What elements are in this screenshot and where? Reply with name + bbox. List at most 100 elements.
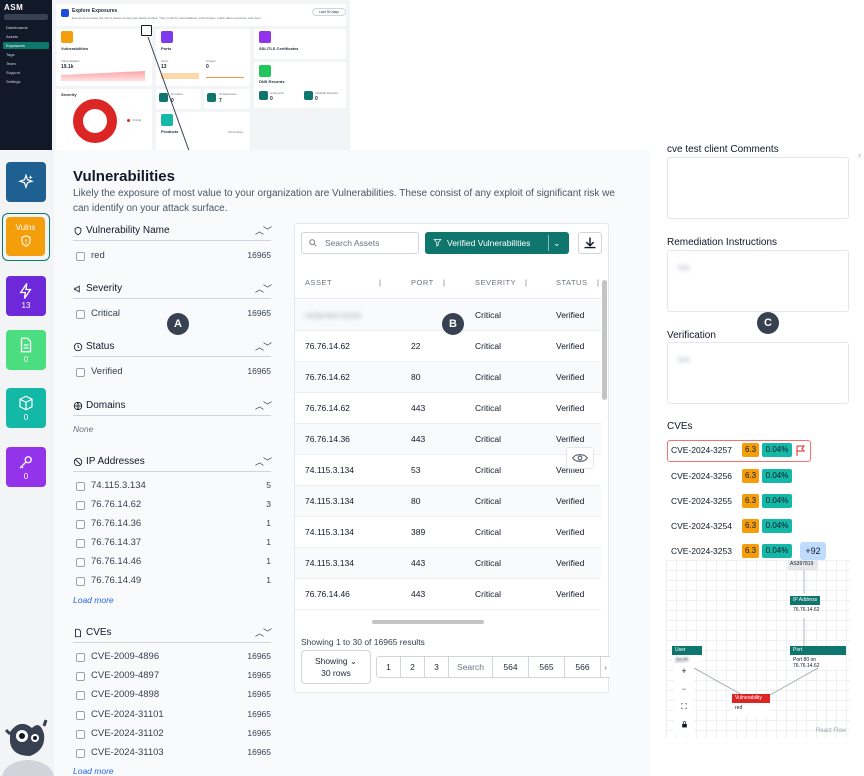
filter-ip-header[interactable]: IP Addresses ︿﹀ [73, 456, 272, 472]
checkbox[interactable] [76, 310, 85, 319]
comments-box[interactable] [667, 157, 849, 219]
table-row[interactable]: 76.76.14.46 443 Critical Verified [295, 579, 601, 610]
chevron-up-down-icon[interactable]: ︿﹀ [255, 399, 272, 412]
mini-nav-tags[interactable]: Tags [3, 51, 49, 58]
rail-ports-button[interactable]: 13 [6, 276, 46, 316]
filter-option[interactable]: 76.76.14.62 3 [76, 499, 271, 513]
mini-nav-assets[interactable]: Assets [3, 33, 49, 40]
page-2-button[interactable]: 2 [400, 656, 425, 678]
table-row[interactable]: 76.76.14.62 80 Critical Verified [295, 362, 601, 393]
rows-per-page-select[interactable]: Showing ⌄ 30 rows [301, 650, 371, 684]
filter-severity-header[interactable]: Severity ︿﹀ [73, 282, 272, 299]
checkbox[interactable] [76, 539, 85, 548]
filter-option[interactable]: 76.76.14.36 1 [76, 518, 271, 532]
graph-node-port[interactable]: Port Port 80 on 76.76.14.62 [790, 646, 846, 669]
flag-icon[interactable] [795, 445, 807, 456]
filter-option[interactable]: CVE-2009-4896 16965 [76, 651, 271, 665]
mini-card-domains[interactable]: Domains 0 [156, 89, 201, 109]
filter-option[interactable]: 76.76.14.46 1 [76, 556, 271, 570]
mini-search-input[interactable] [4, 14, 48, 20]
chevron-up-down-icon[interactable]: ︿﹀ [255, 340, 272, 353]
chevron-right-icon[interactable]: › [858, 150, 861, 160]
filter-option[interactable]: 74.115.3.134 5 [76, 480, 271, 494]
filter-option[interactable]: red 16965 [76, 250, 271, 264]
rail-products-button[interactable]: 0 [6, 388, 46, 428]
filter-option[interactable]: CVE-2009-4898 16965 [76, 689, 271, 703]
checkbox[interactable] [76, 368, 85, 377]
checkbox[interactable] [76, 558, 85, 567]
filter-option[interactable]: CVE-2024-31102 16965 [76, 728, 271, 742]
verified-vulnerabilities-dropdown[interactable]: Verified Vulnerabilities ⌄ [425, 232, 569, 254]
filter-option[interactable]: 76.76.14.49 1 [76, 575, 271, 589]
mini-products-more[interactable]: Show More [228, 130, 243, 134]
checkbox[interactable] [76, 691, 85, 700]
filter-domains-header[interactable]: Domains ︿﹀ [73, 399, 272, 416]
fit-view-button[interactable]: ⛶ [674, 699, 694, 715]
mini-card-vulnerabilities[interactable]: Vulnerabilities Vulnerabilities 19.1k [56, 29, 152, 86]
rail-docs-button[interactable]: 0 [6, 330, 46, 370]
page-565-button[interactable]: 565 [528, 656, 565, 678]
col-severity[interactable]: SEVERITY [475, 278, 516, 287]
next-page-button[interactable]: › [600, 656, 610, 678]
table-row[interactable]: 74.115.3.134 80 Critical Verified [295, 486, 601, 517]
chevron-up-down-icon[interactable]: ︿﹀ [255, 224, 272, 237]
graph-node-asn[interactable]: AS397819 [788, 560, 818, 570]
table-row[interactable]: 74.115.3.134 53 Critical Verified [295, 455, 601, 486]
page-566-button[interactable]: 566 [564, 656, 601, 678]
rail-vulns-button[interactable]: Vulns [2, 213, 50, 261]
mini-card-ports[interactable]: Ports Open 13 Closed 0 [156, 29, 250, 86]
filter-status-header[interactable]: Status ︿﹀ [73, 340, 272, 357]
checkbox[interactable] [76, 577, 85, 586]
filter-option[interactable]: 76.76.14.37 1 [76, 537, 271, 551]
checkbox[interactable] [76, 653, 85, 662]
checkbox[interactable] [76, 482, 85, 491]
mini-nav-team[interactable]: Team [3, 60, 49, 67]
cves-load-more-link[interactable]: Load more [73, 766, 114, 776]
page-564-button[interactable]: 564 [492, 656, 529, 678]
filter-option[interactable]: CVE-2024-31101 16965 [76, 709, 271, 723]
checkbox[interactable] [76, 749, 85, 758]
mini-card-products[interactable]: Products Show More [156, 112, 250, 150]
zoom-out-button[interactable]: − [674, 681, 694, 697]
filter-vuln-name-header[interactable]: Vulnerability Name ︿﹀ [73, 224, 272, 241]
ip-load-more-link[interactable]: Load more [73, 595, 114, 605]
more-cves-badge[interactable]: +92 [800, 542, 826, 560]
mini-nav-dashboards[interactable]: Dashboards [3, 24, 49, 31]
mini-card-ip[interactable]: IP Addresses 7 [204, 89, 250, 109]
view-row-button[interactable] [566, 447, 594, 469]
page-search-input[interactable]: Search [448, 656, 493, 678]
checkbox[interactable] [76, 501, 85, 510]
table-row[interactable]: 76.76.14.36 443 Critical Verified [295, 424, 601, 455]
rail-keys-button[interactable]: 0 [6, 447, 46, 487]
filter-option[interactable]: CVE-2024-31103 16965 [76, 747, 271, 761]
horizontal-scrollbar-thumb[interactable] [372, 620, 484, 624]
col-port[interactable]: PORT [411, 278, 434, 287]
checkbox[interactable] [76, 672, 85, 681]
page-3-button[interactable]: 3 [424, 656, 449, 678]
chevron-up-down-icon[interactable]: ︿﹀ [255, 282, 272, 295]
filter-option[interactable]: Verified 16965 [76, 366, 271, 380]
filter-option[interactable]: CVE-2009-4897 16965 [76, 670, 271, 684]
table-row[interactable]: 76.76.14.62 22 Critical Verified [295, 331, 601, 362]
mini-nav-exposures[interactable]: Exposures [3, 42, 49, 49]
col-status[interactable]: STATUS [556, 278, 587, 287]
lock-button[interactable] [674, 717, 694, 733]
graph-node-ip[interactable]: IP Address 76.76.14.62 [790, 596, 820, 618]
filter-cves-header[interactable]: CVEs ︿﹀ [73, 627, 272, 643]
search-input[interactable]: Search Assets [301, 232, 419, 254]
table-row[interactable]: 74.115.3.134 443 Critical Verified [295, 548, 601, 579]
zoom-in-button[interactable]: + [674, 663, 694, 679]
checkbox[interactable] [76, 252, 85, 261]
checkbox[interactable] [76, 730, 85, 739]
mini-card-ssl[interactable]: SSL/TLS Certificates [254, 29, 346, 59]
table-row[interactable]: 76.76.14.62 443 Critical Verified [295, 393, 601, 424]
rail-explore-button[interactable] [6, 162, 46, 202]
vertical-scrollbar-thumb[interactable] [602, 280, 607, 400]
graph-node-vulnerability[interactable]: Vulnerability red [732, 694, 770, 716]
mini-nav-settings[interactable]: Settings [3, 78, 49, 85]
mini-card-dns[interactable]: DNS Records A Records 0 CNAME Records 0 [254, 62, 346, 108]
checkbox[interactable] [76, 711, 85, 720]
table-row[interactable]: 74.115.3.134 389 Critical Verified [295, 517, 601, 548]
page-1-button[interactable]: 1 [376, 656, 401, 678]
download-button[interactable] [578, 232, 602, 254]
